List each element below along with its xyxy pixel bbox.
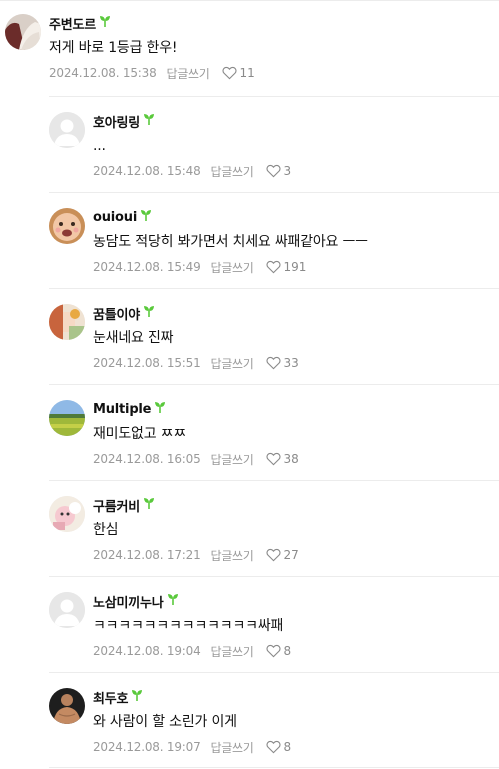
reply-text: 한심 (93, 522, 119, 538)
reply-text: 농담도 적당히 봐가면서 치세요 싸패같아요 ㅡㅡ (93, 234, 368, 250)
avatar[interactable] (49, 304, 85, 340)
reply-item: 노삼미끼누나 ㅋㅋㅋㅋㅋㅋㅋㅋㅋㅋㅋㅋㅋ싸패 2024.12.08. 19:04… (49, 576, 499, 672)
like-count: 3 (283, 164, 292, 178)
reply-date: 2024.12.08. 17:21 (93, 548, 201, 562)
sprout-icon (144, 114, 155, 125)
like-button[interactable]: 8 (265, 644, 292, 658)
reply-button[interactable]: 답글쓰기 (211, 643, 254, 660)
heart-icon (221, 66, 237, 80)
reply-date: 2024.12.08. 15:49 (93, 260, 201, 274)
reply-button[interactable]: 답글쓰기 (211, 451, 254, 468)
heart-icon (265, 452, 281, 466)
nickname[interactable]: 꿈틀이야 (93, 304, 140, 323)
comment-date: 2024.12.08. 15:38 (49, 66, 157, 80)
sprout-icon (144, 306, 155, 317)
reply-item: 꿈틀이야 눈새네요 진짜 2024.12.08. 15:51 답글쓰기 33 (49, 288, 499, 384)
reply-button[interactable]: 답글쓰기 (211, 739, 254, 756)
sprout-icon (144, 498, 155, 509)
heart-icon (265, 260, 281, 274)
sprout-icon (100, 16, 111, 27)
like-count: 33 (283, 356, 299, 370)
reply-button[interactable]: 답글쓰기 (211, 163, 254, 180)
like-button[interactable]: 191 (265, 260, 307, 274)
nickname[interactable]: 호아링링 (93, 112, 140, 131)
reply-date: 2024.12.08. 15:51 (93, 356, 201, 370)
like-button[interactable]: 33 (265, 356, 299, 370)
reply-text: 눈새네요 진짜 (93, 330, 174, 346)
reply-button[interactable]: 답글쓰기 (211, 547, 254, 564)
bottom-divider (49, 767, 499, 768)
reply-item: 구름커비 한심 2024.12.08. 17:21 답글쓰기 27 (49, 480, 499, 576)
sprout-icon (167, 594, 178, 605)
heart-icon (265, 164, 281, 178)
reply-date: 2024.12.08. 15:48 (93, 164, 201, 178)
reply-text: ... (93, 138, 106, 154)
sprout-icon (155, 402, 166, 413)
reply-item: 최두호 와 사람이 할 소린가 이게 2024.12.08. 19:07 답글쓰… (49, 672, 499, 768)
heart-icon (265, 740, 281, 754)
reply-date: 2024.12.08. 19:04 (93, 644, 201, 658)
nickname[interactable]: 노삼미끼누나 (93, 592, 164, 611)
heart-icon (265, 644, 281, 658)
reply-item: Multiple 재미도없고 ㅉㅉ 2024.12.08. 16:05 답글쓰기… (49, 384, 499, 480)
like-count: 27 (283, 548, 299, 562)
reply-item: 호아링링 ... 2024.12.08. 15:48 답글쓰기 3 (49, 96, 499, 192)
like-count: 191 (283, 260, 307, 274)
heart-icon (265, 356, 281, 370)
reply-item: ouioui 농담도 적당히 봐가면서 치세요 싸패같아요 ㅡㅡ 2024.12… (49, 192, 499, 288)
nickname[interactable]: 구름커비 (93, 496, 140, 515)
heart-icon (265, 548, 281, 562)
reply-text: ㅋㅋㅋㅋㅋㅋㅋㅋㅋㅋㅋㅋㅋ싸패 (93, 618, 284, 634)
reply-text: 와 사람이 할 소린가 이게 (93, 714, 237, 730)
avatar[interactable] (49, 496, 85, 532)
like-button[interactable]: 38 (265, 452, 299, 466)
nickname[interactable]: 주변도르 (49, 14, 96, 33)
like-count: 8 (283, 740, 292, 754)
sprout-icon (141, 210, 152, 221)
like-button[interactable]: 27 (265, 548, 299, 562)
avatar[interactable] (49, 112, 85, 148)
reply-button[interactable]: 답글쓰기 (211, 355, 254, 372)
like-count: 11 (239, 66, 255, 80)
nickname[interactable]: 최두호 (93, 688, 128, 707)
avatar[interactable] (49, 400, 85, 436)
nickname[interactable]: ouioui (93, 210, 137, 225)
reply-button[interactable]: 답글쓰기 (167, 65, 210, 82)
avatar[interactable] (49, 208, 85, 244)
like-button[interactable]: 11 (221, 66, 255, 80)
comment-text: 저게 바로 1등급 한우! (49, 40, 178, 56)
reply-button[interactable]: 답글쓰기 (211, 259, 254, 276)
comment-item: 주변도르 저게 바로 1등급 한우! 2024.12.08. 15:38 답글쓰… (0, 0, 499, 97)
reply-date: 2024.12.08. 19:07 (93, 740, 201, 754)
like-count: 38 (283, 452, 299, 466)
like-count: 8 (283, 644, 292, 658)
like-button[interactable]: 3 (265, 164, 292, 178)
sprout-icon (132, 690, 143, 701)
reply-text: 재미도없고 ㅉㅉ (93, 426, 187, 442)
avatar[interactable] (49, 688, 85, 724)
reply-date: 2024.12.08. 16:05 (93, 452, 201, 466)
like-button[interactable]: 8 (265, 740, 292, 754)
nickname[interactable]: Multiple (93, 402, 151, 417)
avatar[interactable] (5, 14, 41, 50)
avatar[interactable] (49, 592, 85, 628)
